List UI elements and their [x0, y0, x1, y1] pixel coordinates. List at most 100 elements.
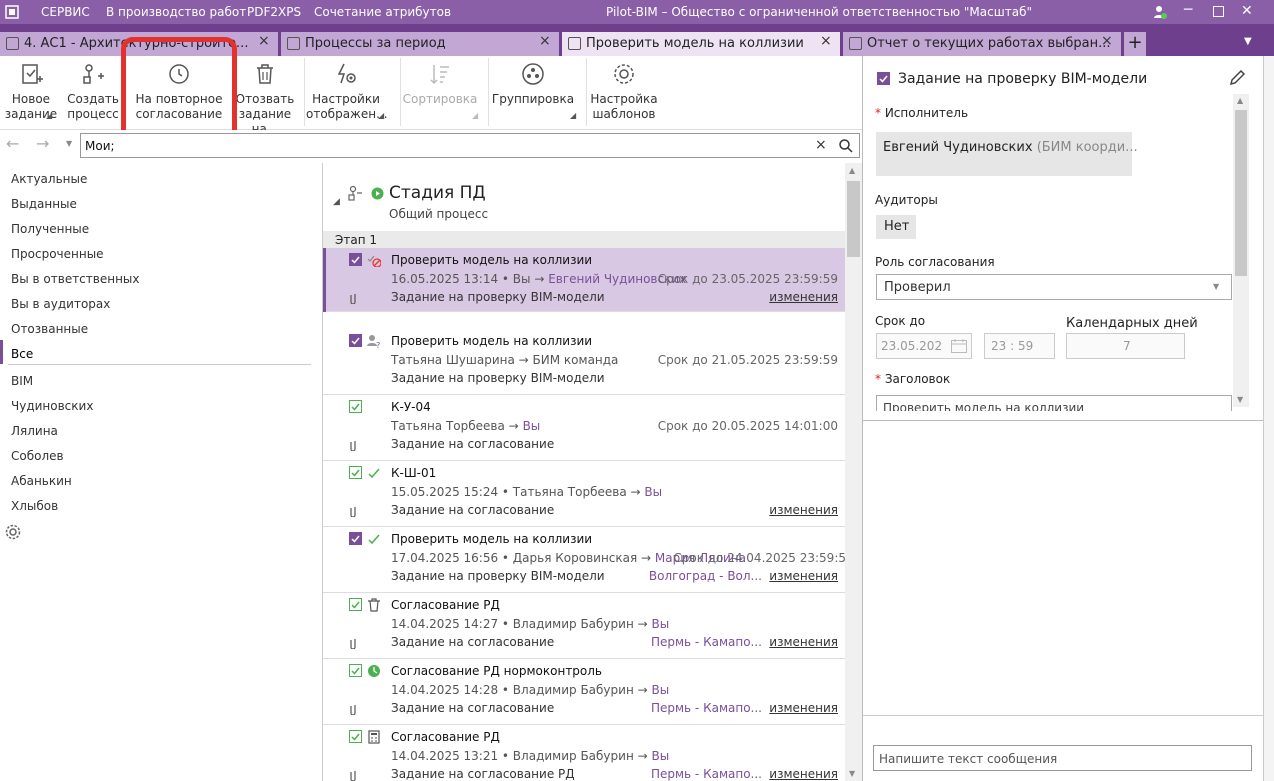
changes-link[interactable]: изменения [769, 767, 838, 781]
clear-search-icon[interactable]: × [815, 137, 827, 153]
tab-list-icon[interactable]: ▼ [1244, 36, 1252, 47]
task-title: Проверить модель на коллизии [391, 334, 593, 348]
changes-link[interactable]: изменения [769, 503, 838, 517]
approval-icon [349, 598, 362, 611]
task-row[interactable]: Проверить модель на коллизии 16.05.2025 … [323, 248, 846, 312]
create-process-button[interactable]: Создать процесс [62, 56, 124, 130]
role-select[interactable]: Проверил ▼ [876, 274, 1232, 300]
tab-report[interactable]: Отчет о текущих работах выбран... × [843, 32, 1121, 56]
due-date-field[interactable]: 23.05.202 [876, 333, 972, 359]
filter-all[interactable]: Все [11, 347, 33, 361]
scroll-up-icon[interactable]: ▲ [849, 166, 855, 175]
group-lyalina[interactable]: Лялина [11, 424, 58, 438]
attachment-icon [350, 441, 356, 451]
user-status-icon[interactable] [1152, 4, 1168, 20]
filter-current[interactable]: Актуальные [11, 172, 87, 186]
filter-received[interactable]: Полученные [11, 222, 89, 236]
due-time-field[interactable]: 23 : 59 [984, 333, 1055, 359]
history-dropdown-icon[interactable]: ▼ [66, 139, 72, 148]
menu-service[interactable]: СЕРВИС [41, 5, 90, 19]
display-settings-button[interactable]: Настройки отображен... [306, 56, 388, 130]
tab-processes[interactable]: Процессы за период × [281, 32, 559, 56]
group-khlybov[interactable]: Хлыбов [11, 499, 58, 513]
check-icon [368, 534, 380, 545]
message-input[interactable]: Напишите текст сообщения [873, 745, 1252, 771]
maximize-icon[interactable] [1213, 6, 1224, 17]
scroll-down-icon[interactable]: ▼ [849, 769, 855, 778]
play-icon [371, 187, 384, 200]
task-row[interactable]: К-Ш-01 15.05.2025 15:24 • Татьяна Торбее… [323, 461, 846, 527]
new-task-icon [22, 64, 43, 84]
close-tab-icon[interactable]: × [258, 33, 270, 49]
detail-scrollbar[interactable]: ▲ ▼ [1233, 94, 1249, 407]
executor-value: Евгений Чудиновских (БИМ коорди... [883, 140, 1138, 155]
task-meta: Татьяна Шушарина → БИМ команда [391, 353, 619, 367]
task-row[interactable]: Согласование РД 14.04.2025 13:21 • Влади… [323, 725, 846, 781]
new-tab-button[interactable]: + [1124, 32, 1146, 56]
minimize-icon[interactable]: ─ [1184, 2, 1192, 18]
due-label: Срок до [875, 314, 926, 328]
collapse-icon[interactable]: ◢ [333, 197, 340, 207]
stage-header[interactable]: ◢ Стадия ПД Общий процесс [323, 163, 846, 229]
days-field[interactable]: 7 [1066, 333, 1185, 359]
toolbar-separator [586, 58, 587, 126]
scroll-thumb[interactable] [847, 181, 860, 257]
task-row[interactable]: К-У-04 Татьяна Торбеева → Вы Срок до 20.… [323, 395, 846, 461]
scroll-down-icon[interactable]: ▼ [1237, 395, 1243, 404]
menu-attributes[interactable]: Сочетание атрибутов [314, 5, 451, 19]
task-meta: 14.04.2025 13:21 • Владимир Бабурин → Вы [391, 749, 670, 763]
auditors-field[interactable]: Нет [876, 215, 916, 239]
scroll-up-icon[interactable]: ▲ [1237, 96, 1243, 105]
trash-icon [368, 598, 380, 612]
filter-auditors[interactable]: Вы в аудиторах [11, 297, 110, 311]
list-scrollbar[interactable]: ▲ ▼ [845, 163, 862, 781]
search-box[interactable]: Мои; × [80, 133, 860, 158]
close-tab-icon[interactable]: × [1101, 33, 1113, 49]
close-tab-icon[interactable]: × [539, 33, 551, 49]
checkbox-icon [349, 253, 362, 266]
back-arrow-icon[interactable]: ← [6, 134, 19, 153]
group-bim[interactable]: BIM [11, 374, 33, 388]
close-window-icon[interactable]: ✕ [1241, 3, 1253, 19]
group-button[interactable]: Группировка [490, 56, 576, 130]
attachment-icon [350, 705, 356, 715]
task-row[interactable]: Согласование РД 14.04.2025 14:27 • Влади… [323, 593, 846, 659]
sort-button[interactable]: Сортировка [402, 56, 478, 130]
menu-production[interactable]: В производство работ [106, 5, 246, 19]
group-abankin[interactable]: Абанькин [11, 474, 72, 488]
task-row[interactable]: ? Проверить модель на коллизии Татьяна Ш… [323, 329, 846, 395]
forward-arrow-icon[interactable]: → [36, 134, 49, 153]
stage-subtitle: Общий процесс [389, 207, 489, 221]
search-icon[interactable] [839, 139, 853, 153]
filter-responsible[interactable]: Вы в ответственных [11, 272, 140, 286]
task-description: Задание на проверку BIM-модели [391, 290, 605, 304]
group-sobolev[interactable]: Соболев [11, 449, 64, 463]
changes-link[interactable]: изменения [769, 635, 838, 649]
close-tab-icon[interactable]: × [820, 33, 832, 49]
svg-text:?: ? [376, 341, 380, 348]
settings-gear-icon[interactable] [5, 524, 21, 540]
process-icon [348, 185, 362, 201]
filter-overdue[interactable]: Просроченные [11, 247, 104, 261]
changes-link[interactable]: изменения [769, 569, 838, 583]
search-input[interactable]: Мои; [85, 139, 115, 153]
calendar-icon[interactable] [951, 339, 967, 353]
edit-icon[interactable] [1229, 70, 1245, 86]
tab-check-model[interactable]: Проверить модель на коллизии × [562, 32, 840, 56]
heading-field[interactable]: Проверить модель на коллизии [876, 395, 1232, 411]
attachment-icon [350, 294, 356, 304]
executor-field[interactable]: Евгений Чудиновских (БИМ коорди... [876, 132, 1138, 176]
attachment-icon [350, 639, 356, 649]
changes-link[interactable]: изменения [769, 290, 838, 304]
new-task-button[interactable]: Новое задание [0, 56, 62, 130]
menu-pdf2xps[interactable]: PDF2XPS [247, 5, 301, 19]
task-row[interactable]: Согласование РД нормоконтроль 14.04.2025… [323, 659, 846, 725]
changes-link[interactable]: изменения [769, 701, 838, 715]
task-row[interactable]: Проверить модель на коллизии 17.04.2025 … [323, 527, 846, 593]
scroll-thumb[interactable] [1235, 110, 1247, 276]
filter-issued[interactable]: Выданные [11, 197, 77, 211]
recall-task-button[interactable]: Отозвать задание на... [234, 56, 296, 136]
group-chudinovskikh[interactable]: Чудиновских [11, 399, 93, 413]
template-settings-button[interactable]: Настройка шаблонов [588, 56, 660, 130]
filter-recalled[interactable]: Отозванные [11, 322, 88, 336]
